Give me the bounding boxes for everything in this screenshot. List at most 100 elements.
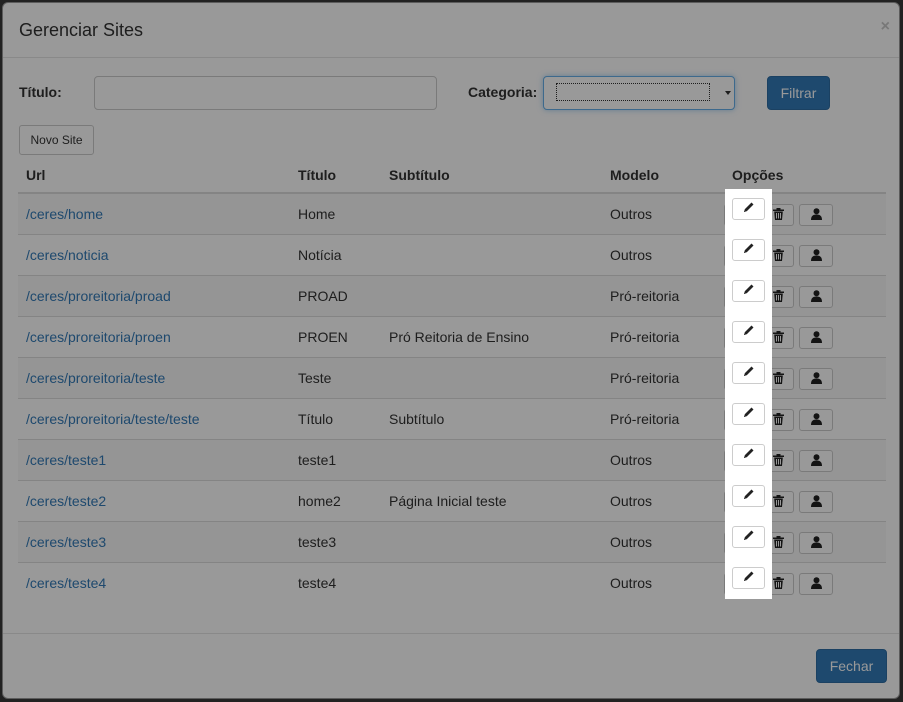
subtitulo-cell: [381, 562, 602, 603]
user-icon: [810, 535, 822, 551]
subtitulo-cell: [381, 192, 602, 235]
subtitulo-cell: [381, 275, 602, 317]
trash-icon: [773, 371, 784, 387]
url-link[interactable]: /ceres/proreitoria/proad: [26, 288, 171, 304]
user-icon: [810, 576, 822, 592]
pencil-icon: [743, 528, 755, 546]
titulo-input[interactable]: [94, 76, 437, 110]
url-link[interactable]: /ceres/proreitoria/proen: [26, 329, 171, 345]
permissions-button[interactable]: [799, 491, 833, 513]
url-link[interactable]: /ceres/teste1: [26, 452, 106, 468]
categoria-select[interactable]: [543, 76, 735, 110]
url-cell: /ceres/proreitoria/proen: [18, 316, 290, 358]
modelo-cell: Outros: [602, 234, 724, 276]
modelo-cell: Outros: [602, 562, 724, 603]
trash-icon: [773, 248, 784, 264]
fechar-button[interactable]: Fechar: [816, 649, 887, 683]
titulo-cell: PROAD: [290, 275, 381, 317]
header-subtitulo: Subtítulo: [381, 158, 602, 194]
url-link[interactable]: /ceres/noticia: [26, 247, 108, 263]
pencil-icon: [743, 241, 755, 259]
titulo-cell: Teste: [290, 357, 381, 399]
modelo-cell: Pró-reitoria: [602, 357, 724, 399]
url-link[interactable]: /ceres/proreitoria/teste: [26, 370, 165, 386]
pencil-icon: [743, 323, 755, 341]
edit-button[interactable]: [732, 362, 765, 384]
subtitulo-cell: Pró Reitoria de Ensino: [381, 316, 602, 358]
titulo-cell: teste1: [290, 439, 381, 481]
trash-icon: [773, 535, 784, 551]
pencil-icon: [743, 200, 755, 218]
trash-icon: [773, 289, 784, 305]
permissions-button[interactable]: [799, 409, 833, 431]
pencil-icon: [743, 487, 755, 505]
header-titulo: Título: [290, 158, 381, 194]
trash-icon: [773, 207, 784, 223]
edit-button[interactable]: [732, 567, 765, 589]
url-cell: /ceres/home: [18, 192, 290, 235]
modal-header: Gerenciar Sites ×: [3, 3, 899, 58]
permissions-button[interactable]: [799, 327, 833, 349]
url-link[interactable]: /ceres/teste3: [26, 534, 106, 550]
edit-button[interactable]: [732, 485, 765, 507]
edit-button[interactable]: [732, 444, 765, 466]
trash-icon: [773, 494, 784, 510]
close-icon[interactable]: ×: [881, 18, 890, 36]
url-cell: /ceres/proreitoria/proad: [18, 275, 290, 317]
permissions-button[interactable]: [799, 532, 833, 554]
modal-title: Gerenciar Sites: [19, 20, 144, 40]
url-cell: /ceres/teste3: [18, 521, 290, 563]
modelo-cell: Outros: [602, 192, 724, 235]
edit-button[interactable]: [732, 198, 765, 220]
modelo-cell: Outros: [602, 521, 724, 563]
permissions-button[interactable]: [799, 286, 833, 308]
edit-button[interactable]: [732, 403, 765, 425]
user-icon: [810, 453, 822, 469]
modelo-cell: Pró-reitoria: [602, 398, 724, 440]
header-url: Url: [18, 158, 290, 194]
edit-button[interactable]: [732, 526, 765, 548]
user-icon: [810, 371, 822, 387]
categoria-label: Categoria:: [468, 84, 538, 100]
modelo-cell: Outros: [602, 439, 724, 481]
user-icon: [810, 330, 822, 346]
modal-footer: Fechar: [3, 633, 899, 698]
pencil-icon: [743, 282, 755, 300]
subtitulo-cell: Página Inicial teste: [381, 480, 602, 522]
trash-icon: [773, 453, 784, 469]
pencil-icon: [743, 364, 755, 382]
subtitulo-cell: [381, 439, 602, 481]
user-icon: [810, 412, 822, 428]
titulo-cell: home2: [290, 480, 381, 522]
url-link[interactable]: /ceres/teste2: [26, 493, 106, 509]
novo-site-button[interactable]: Novo Site: [19, 125, 94, 155]
edit-button[interactable]: [732, 280, 765, 302]
table-header-row: Url Título Subtítulo Modelo Opções: [18, 158, 886, 194]
permissions-button[interactable]: [799, 368, 833, 390]
categoria-select-value: [556, 83, 710, 101]
trash-icon: [773, 576, 784, 592]
titulo-cell: teste4: [290, 562, 381, 603]
url-link[interactable]: /ceres/home: [26, 206, 103, 222]
permissions-button[interactable]: [799, 204, 833, 226]
modelo-cell: Pró-reitoria: [602, 316, 724, 358]
edit-button[interactable]: [732, 239, 765, 261]
titulo-cell: Home: [290, 192, 381, 235]
url-cell: /ceres/proreitoria/teste/teste: [18, 398, 290, 440]
subtitulo-cell: Subtítulo: [381, 398, 602, 440]
permissions-button[interactable]: [799, 573, 833, 595]
edit-button[interactable]: [732, 321, 765, 343]
url-cell: /ceres/teste2: [18, 480, 290, 522]
url-cell: /ceres/teste4: [18, 562, 290, 603]
url-link[interactable]: /ceres/proreitoria/teste/teste: [26, 411, 200, 427]
modelo-cell: Outros: [602, 480, 724, 522]
permissions-button[interactable]: [799, 450, 833, 472]
edit-column-highlight: [725, 189, 772, 599]
titulo-cell: teste3: [290, 521, 381, 563]
url-link[interactable]: /ceres/teste4: [26, 575, 106, 591]
chevron-down-icon: [725, 91, 731, 95]
filtrar-button[interactable]: Filtrar: [767, 76, 830, 110]
permissions-button[interactable]: [799, 245, 833, 267]
url-cell: /ceres/proreitoria/teste: [18, 357, 290, 399]
subtitulo-cell: [381, 234, 602, 276]
